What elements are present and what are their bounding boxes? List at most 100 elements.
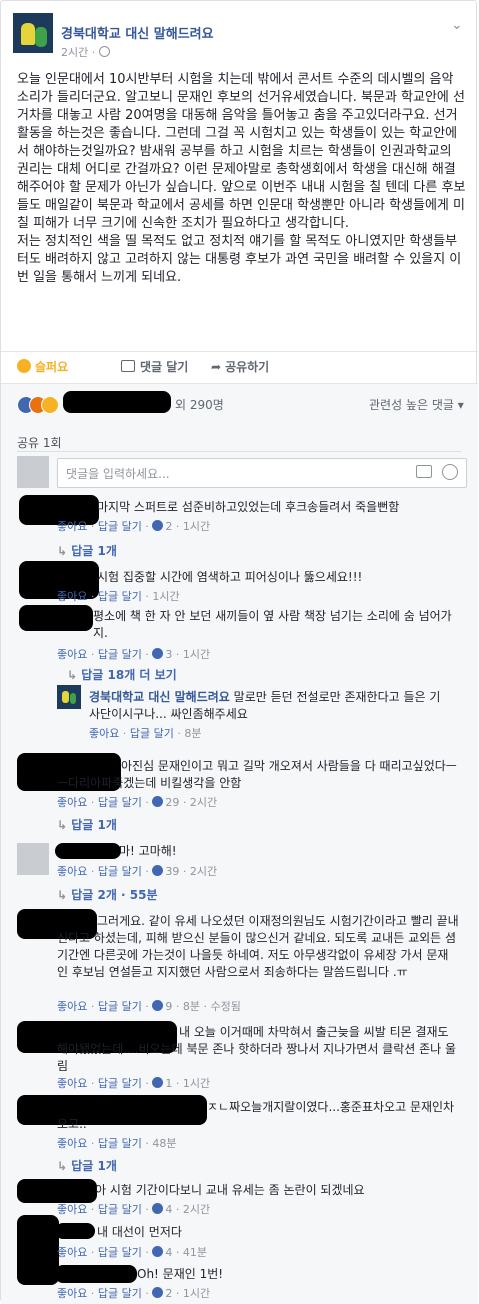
sad-emoji-icon <box>17 359 31 373</box>
reply-link[interactable]: 답글 달기 <box>98 590 142 603</box>
view-replies[interactable]: ↳ 답글 1개 <box>57 1157 117 1174</box>
commenter-avatar[interactable] <box>17 843 49 875</box>
page-avatar[interactable] <box>13 13 53 53</box>
comment-meta: 좋아요 · 답글 달기 · 4 · 2시간 <box>57 1203 211 1216</box>
view-replies[interactable]: ↳ 답글 1개 <box>57 542 117 559</box>
page-name-link[interactable]: 경북대학교 대신 말해드려요 <box>61 23 214 42</box>
view-more-replies[interactable]: ↳ 답글 18개 더 보기 <box>67 666 177 683</box>
view-replies[interactable]: ↳ 답글 1개 <box>57 816 117 833</box>
redacted-name <box>63 391 171 413</box>
reply-arrow-icon: ↳ <box>57 544 72 558</box>
post-time[interactable]: 2시간 · <box>61 46 99 59</box>
comment-meta: 좋아요 · 답글 달기 · 4 · 41분 <box>57 1246 207 1259</box>
comment-time[interactable]: 2시간 <box>190 796 217 809</box>
reaction-count[interactable]: 외 290명 <box>175 396 224 413</box>
post-menu-button[interactable]: ⌄ <box>451 17 463 33</box>
like-count[interactable]: 39 <box>165 865 179 878</box>
reply-link[interactable]: 답글 달기 <box>130 727 174 740</box>
page-reply-author[interactable]: 경북대학교 대신 말해드려요 <box>89 690 230 704</box>
like-link[interactable]: 좋아요 <box>57 590 87 603</box>
comment-time[interactable]: 1시간 <box>183 648 210 661</box>
comment-input[interactable]: 댓글을 입력하세요... <box>57 458 467 488</box>
reply-link[interactable]: 답글 달기 <box>98 1287 142 1300</box>
like-link[interactable]: 좋아요 <box>57 520 87 533</box>
comment-time[interactable]: 1시간 <box>183 520 210 533</box>
share-icon: ➦ <box>211 360 222 374</box>
comment-time[interactable]: 2시간 <box>190 865 217 878</box>
like-link[interactable]: 좋아요 <box>57 796 87 809</box>
comment-meta: 좋아요 · 답글 달기 · 8분 <box>89 727 202 740</box>
camera-icon[interactable] <box>416 465 432 478</box>
like-count[interactable]: 1 <box>165 1077 172 1090</box>
like-link[interactable]: 좋아요 <box>57 1137 87 1150</box>
comment-button[interactable]: 댓글 달기 <box>121 358 188 375</box>
like-link[interactable]: 좋아요 <box>57 1203 87 1216</box>
redacted-commenter <box>55 843 121 859</box>
like-count[interactable]: 29 <box>165 796 179 809</box>
like-link[interactable]: 좋아요 <box>57 648 87 661</box>
like-link[interactable]: 좋아요 <box>57 1287 87 1300</box>
replies-label: 답글 1개 <box>71 544 117 558</box>
comment-meta: 좋아요 · 답글 달기 · 9 · 8분 · 수정됨 <box>57 1000 241 1013</box>
comment-time[interactable]: 1시간 <box>183 1287 210 1300</box>
like-count[interactable]: 9 <box>165 1000 172 1013</box>
comment-meta: 좋아요 · 답글 달기 · 48분 <box>57 1137 177 1150</box>
divider <box>17 451 461 452</box>
reactions-row: 외 290명 관련성 높은 댓글 ▾ <box>17 391 467 414</box>
comment-meta: 좋아요 · 답글 달기 · 2 · 1시간 <box>57 1287 211 1300</box>
comment-text: 그러게요. 같이 유세 나오셨던 이재정의원님도 시험기간이라고 빨리 끝내신다… <box>57 914 459 979</box>
like-count[interactable]: 4 <box>165 1246 172 1259</box>
view-replies[interactable]: ↳ 답글 2개 · 55분 <box>57 886 158 903</box>
emoji-icon[interactable] <box>442 464 458 480</box>
page-reply-avatar[interactable] <box>57 685 81 709</box>
replies-label: 답글 2개 · 55분 <box>71 888 158 902</box>
reply-link[interactable]: 답글 달기 <box>98 796 142 809</box>
comment-time[interactable]: 48분 <box>152 1137 176 1150</box>
action-bar: 슬퍼요 댓글 달기 ➦ 공유하기 <box>1 351 478 384</box>
reply-link[interactable]: 답글 달기 <box>98 1077 142 1090</box>
comment-meta: 좋아요 · 답글 달기 · 39 · 2시간 <box>57 865 218 878</box>
reply-link[interactable]: 답글 달기 <box>98 1000 142 1013</box>
like-link[interactable]: 좋아요 <box>57 1246 87 1259</box>
reply-link[interactable]: 답글 달기 <box>98 1246 142 1259</box>
like-link[interactable]: 좋아요 <box>57 1077 87 1090</box>
redacted-commenter <box>55 1265 137 1283</box>
share-count[interactable]: 공유 1회 <box>17 434 62 451</box>
like-count[interactable]: 2 <box>165 520 172 533</box>
comment-input-placeholder: 댓글을 입력하세요... <box>66 467 170 481</box>
sad-reaction-button[interactable]: 슬퍼요 <box>17 358 68 375</box>
reply-arrow-icon: ↳ <box>57 818 72 832</box>
like-count-icon <box>152 796 164 807</box>
reply-link[interactable]: 답글 달기 <box>98 1137 142 1150</box>
comment-time[interactable]: 41분 <box>183 1246 207 1259</box>
comment-time[interactable]: 8분 <box>184 727 201 740</box>
like-link[interactable]: 좋아요 <box>57 1000 87 1013</box>
like-link[interactable]: 좋아요 <box>57 865 87 878</box>
comment-meta: 좋아요 · 답글 달기 · 2 · 1시간 <box>57 520 211 533</box>
like-count[interactable]: 3 <box>165 648 172 661</box>
sad-label: 슬퍼요 <box>35 360 69 374</box>
comment-meta: 좋아요 · 답글 달기 · 3 · 1시간 <box>57 648 211 661</box>
share-button[interactable]: ➦ 공유하기 <box>211 358 269 375</box>
like-count-icon <box>152 1000 164 1011</box>
reply-link[interactable]: 답글 달기 <box>98 1203 142 1216</box>
post-paragraph-2: 저는 정치적인 색을 띨 목적도 없고 정치적 얘기를 할 목적도 아니였지만 … <box>17 234 462 285</box>
like-count-icon <box>152 648 164 659</box>
redacted-commenter <box>55 1223 95 1239</box>
comment-text: 마지막 스퍼트로 섬준비하고있었는데 후크송들려서 죽을뻔함 <box>97 500 400 514</box>
like-link[interactable]: 좋아요 <box>89 727 119 740</box>
comment-sort-dropdown[interactable]: 관련성 높은 댓글 ▾ <box>369 396 464 413</box>
comment-time[interactable]: 2시간 <box>183 1203 210 1216</box>
reply-link[interactable]: 답글 달기 <box>98 520 142 533</box>
comment-meta: 좋아요 · 답글 달기 · 1시간 <box>57 590 180 603</box>
like-count[interactable]: 2 <box>165 1287 172 1300</box>
comment-time[interactable]: 1시간 <box>152 590 179 603</box>
user-avatar <box>17 456 49 488</box>
post-body: 오늘 인문대에서 10시반부터 시험을 치는데 밖에서 콘서트 수준의 데시벨의… <box>17 71 467 287</box>
comment-time[interactable]: 1시간 <box>183 1077 210 1090</box>
comment-text: 평소에 책 한 자 안 보던 새끼들이 옆 사람 책장 넘기는 소리에 숨 넘어… <box>93 609 452 640</box>
like-count[interactable]: 4 <box>165 1203 172 1216</box>
reply-link[interactable]: 답글 달기 <box>98 648 142 661</box>
comment-time[interactable]: 8분 · 수정됨 <box>183 1000 241 1013</box>
reply-link[interactable]: 답글 달기 <box>98 865 142 878</box>
